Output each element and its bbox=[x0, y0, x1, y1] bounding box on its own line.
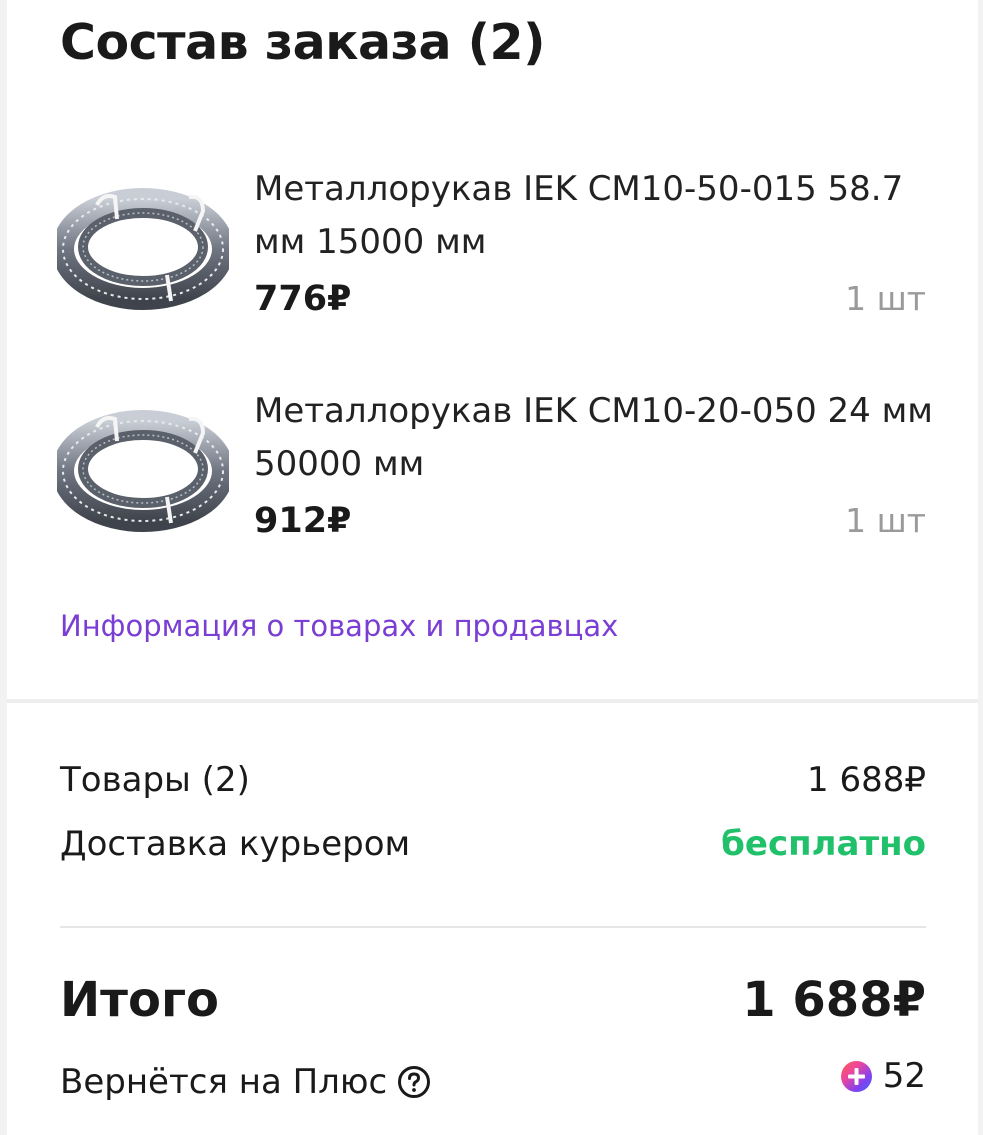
plus-cashback: 52 bbox=[840, 1056, 926, 1096]
products-sellers-info-link[interactable]: Информация о товарах и продавцах bbox=[60, 609, 618, 643]
item-name[interactable]: Металлорукав IEK CM10-20-050 24 мм 50000… bbox=[254, 385, 934, 491]
item-quantity: 1 шт bbox=[845, 279, 926, 318]
item-quantity: 1 шт bbox=[845, 501, 926, 540]
question-circle-icon[interactable] bbox=[397, 1065, 431, 1099]
total-value: 1 688₽ bbox=[742, 972, 926, 1028]
order-item[interactable]: Металлорукав IEK CM10-20-050 24 мм 50000… bbox=[7, 377, 978, 577]
metal-hose-coil-icon bbox=[57, 410, 229, 532]
yandex-plus-icon bbox=[840, 1060, 872, 1092]
total-row: Итого 1 688₽ bbox=[60, 972, 926, 1028]
plus-label-group: Вернётся на Плюс bbox=[60, 1062, 431, 1102]
item-name[interactable]: Металлорукав IEK CM10-50-015 58.7 мм 150… bbox=[254, 163, 934, 269]
goods-row: Товары (2) 1 688₽ bbox=[60, 760, 926, 800]
order-card: Состав заказа (2) Металлорукав IEK CM10-… bbox=[7, 0, 978, 1135]
delivery-label: Доставка курьером bbox=[60, 824, 411, 864]
item-price: 912₽ bbox=[254, 501, 352, 541]
order-item[interactable]: Металлорукав IEK CM10-50-015 58.7 мм 150… bbox=[7, 155, 978, 355]
metal-hose-coil-icon bbox=[57, 188, 229, 310]
delivery-value: бесплатно bbox=[721, 824, 926, 864]
summary-divider bbox=[60, 926, 926, 928]
order-title: Состав заказа (2) bbox=[60, 14, 546, 71]
plus-label: Вернётся на Плюс bbox=[60, 1061, 388, 1102]
plus-value: 52 bbox=[882, 1056, 926, 1096]
section-divider bbox=[7, 699, 978, 703]
total-label: Итого bbox=[60, 972, 220, 1028]
plus-cashback-row: Вернётся на Плюс 52 bbox=[60, 1056, 926, 1102]
goods-value: 1 688₽ bbox=[807, 760, 926, 800]
delivery-row: Доставка курьером бесплатно bbox=[60, 824, 926, 864]
item-price: 776₽ bbox=[254, 279, 352, 319]
goods-label: Товары (2) bbox=[60, 760, 250, 800]
